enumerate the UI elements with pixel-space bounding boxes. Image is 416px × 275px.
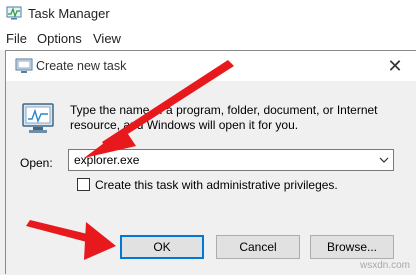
watermark: wsxdn.com	[359, 260, 410, 271]
open-label: Open:	[20, 156, 53, 170]
admin-privileges-checkbox[interactable]	[77, 178, 90, 191]
dialog-title: Create new task	[36, 59, 127, 73]
dialog-description: Type the name of a program, folder, docu…	[70, 103, 378, 132]
task-manager-icon	[6, 6, 22, 20]
menu-view[interactable]: View	[93, 31, 121, 46]
run-dialog-icon	[15, 58, 33, 73]
menu-options[interactable]: Options	[37, 31, 82, 46]
ok-button[interactable]: OK	[120, 235, 204, 259]
open-combobox[interactable]: explorer.exe	[68, 149, 394, 171]
task-manager-menubar: File Options View	[0, 26, 416, 50]
browse-button[interactable]: Browse...	[310, 235, 394, 259]
close-icon: ✕	[387, 55, 403, 76]
create-new-task-dialog: Create new task ✕ Type the name of a pro…	[5, 50, 416, 275]
task-manager-titlebar: Task Manager	[0, 0, 416, 26]
open-input-value[interactable]: explorer.exe	[74, 153, 139, 167]
close-button[interactable]: ✕	[374, 51, 416, 81]
run-program-icon	[22, 103, 54, 133]
dialog-titlebar: Create new task ✕	[6, 51, 416, 81]
task-manager-title: Task Manager	[28, 6, 110, 21]
menu-file[interactable]: File	[6, 31, 27, 46]
cancel-button[interactable]: Cancel	[216, 235, 300, 259]
chevron-down-icon	[379, 157, 389, 163]
admin-privileges-label: Create this task with administrative pri…	[95, 178, 338, 192]
dropdown-button[interactable]	[375, 150, 393, 170]
button-row: OK Cancel Browse...	[6, 221, 416, 275]
